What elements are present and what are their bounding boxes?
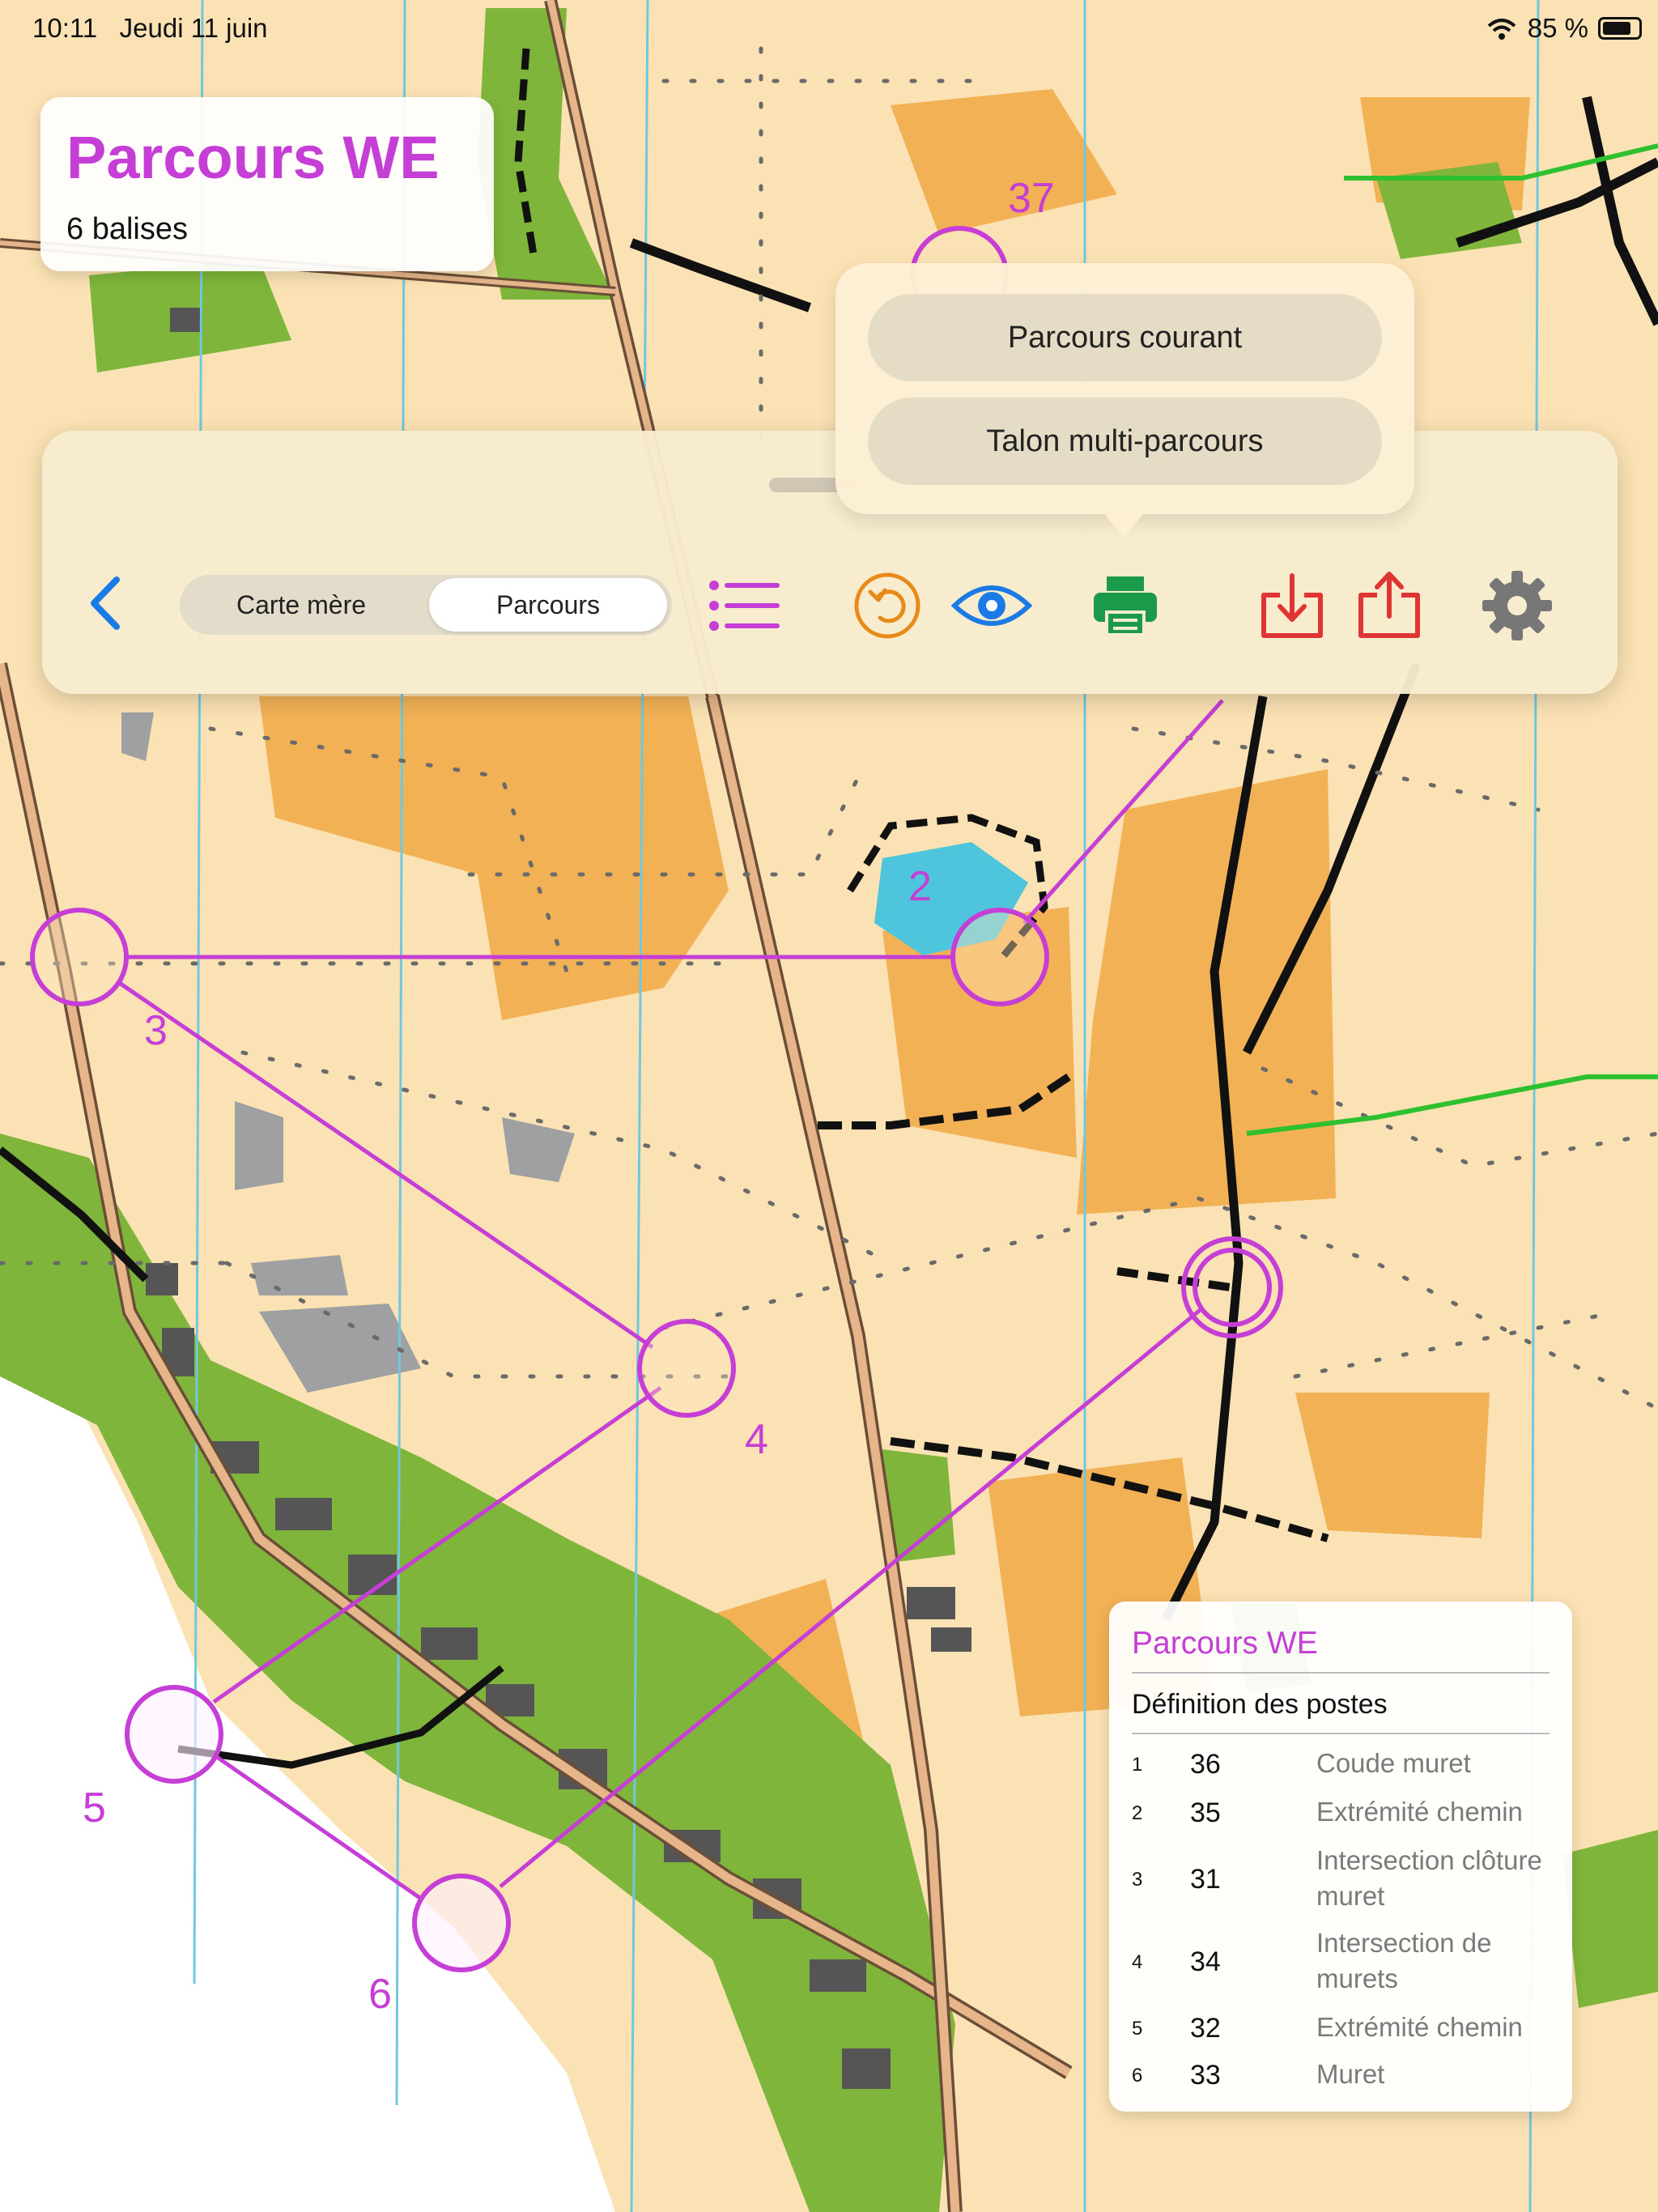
back-button[interactable] xyxy=(77,567,134,640)
control-label-4: 4 xyxy=(745,1416,768,1463)
menu-item-talon-multi-parcours[interactable]: Talon multi-parcours xyxy=(868,398,1382,485)
row-description: Muret xyxy=(1316,2059,1385,2089)
control-description-sheet: Parcours WE Définition des postes 1 36 C… xyxy=(1109,1602,1572,2112)
row-index: 1 xyxy=(1132,1754,1143,1776)
wifi-icon xyxy=(1487,19,1516,40)
legend-divider xyxy=(1132,1672,1550,1674)
row-description: Coude muret xyxy=(1316,1748,1471,1778)
undo-icon xyxy=(854,572,920,639)
status-bar: 10:11 Jeudi 11 juin 85 % xyxy=(0,0,1658,57)
row-code: 31 xyxy=(1190,1864,1221,1895)
row-code: 35 xyxy=(1190,1797,1221,1828)
map-mode-segmented-control[interactable]: Carte mère Parcours xyxy=(180,575,672,635)
control-label-5: 5 xyxy=(83,1784,106,1831)
row-code: 34 xyxy=(1190,1946,1221,1977)
course-title: Parcours WE xyxy=(66,124,440,191)
print-options-menu: Parcours courant Talon multi-parcours xyxy=(835,263,1414,514)
legend-divider xyxy=(1132,1733,1550,1734)
row-index: 2 xyxy=(1132,1802,1143,1824)
row-index: 3 xyxy=(1132,1869,1143,1891)
segment-carte-mere[interactable]: Carte mère xyxy=(180,575,423,635)
row-description: Extrémité chemin xyxy=(1316,2012,1523,2042)
legend-heading: Définition des postes xyxy=(1132,1689,1388,1720)
row-description: Intersection de murets xyxy=(1316,1928,1492,1993)
status-time: 10:11 Jeudi 11 juin xyxy=(32,13,268,44)
status-indicators: 85 % xyxy=(1486,13,1642,44)
legend-title: Parcours WE xyxy=(1132,1626,1318,1661)
row-code: 36 xyxy=(1190,1749,1221,1780)
print-button[interactable] xyxy=(1086,567,1164,644)
download-icon xyxy=(1261,573,1323,638)
status-date: Jeudi 11 juin xyxy=(119,13,268,43)
row-code: 33 xyxy=(1190,2060,1221,2091)
settings-button[interactable] xyxy=(1478,567,1556,644)
control-label-6: 6 xyxy=(368,1971,392,2018)
visibility-button[interactable] xyxy=(951,567,1032,644)
segment-parcours[interactable]: Parcours xyxy=(429,578,667,632)
row-description: Extrémité chemin xyxy=(1316,1797,1523,1827)
course-control-count: 6 balises xyxy=(66,212,188,246)
row-index: 5 xyxy=(1132,2018,1143,2040)
control-label-37: 37 xyxy=(1008,175,1055,222)
list-button[interactable] xyxy=(706,567,784,644)
battery-percent: 85 % xyxy=(1527,13,1588,43)
gear-icon xyxy=(1482,571,1552,640)
popover-arrow xyxy=(1101,510,1146,538)
row-index: 4 xyxy=(1132,1951,1143,1973)
control-label-2: 2 xyxy=(908,863,932,910)
course-title-card: Parcours WE 6 balises xyxy=(40,97,494,271)
eye-icon xyxy=(951,585,1032,626)
back-chevron-icon xyxy=(91,576,120,630)
printer-icon xyxy=(1094,576,1157,636)
share-icon xyxy=(1358,572,1420,638)
status-clock: 10:11 xyxy=(32,13,98,43)
undo-button[interactable] xyxy=(848,567,926,644)
battery-icon xyxy=(1598,17,1642,40)
control-label-3: 3 xyxy=(144,1007,168,1054)
row-description: Intersection clôture muret xyxy=(1316,1845,1542,1911)
row-code: 32 xyxy=(1190,2013,1221,2044)
share-button[interactable] xyxy=(1350,567,1428,644)
list-icon xyxy=(709,581,780,631)
row-index: 6 xyxy=(1132,2065,1143,2087)
menu-item-parcours-courant[interactable]: Parcours courant xyxy=(868,294,1382,381)
import-button[interactable] xyxy=(1253,567,1331,644)
